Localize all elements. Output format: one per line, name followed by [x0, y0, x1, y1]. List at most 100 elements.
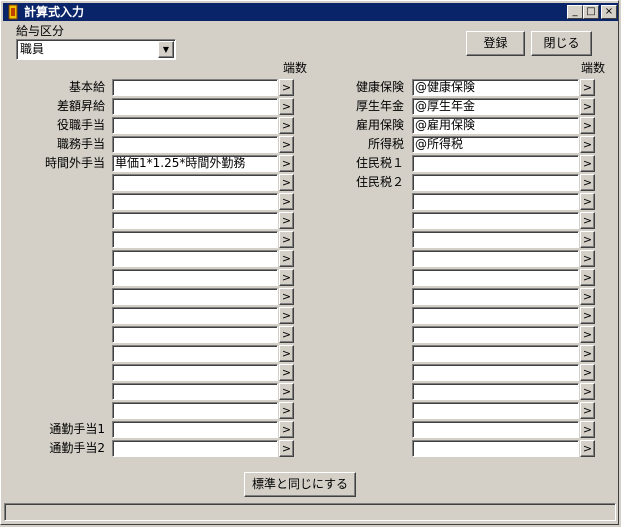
left-rounding-button[interactable]: > — [279, 155, 294, 172]
left-rounding-button[interactable]: > — [279, 440, 294, 457]
left-formula-field[interactable] — [112, 98, 278, 115]
right-formula-field[interactable] — [412, 345, 579, 362]
left-formula-field[interactable] — [112, 421, 278, 438]
right-rounding-button[interactable]: > — [580, 136, 595, 153]
right-formula-field[interactable] — [412, 307, 579, 324]
title-bar[interactable]: 計算式入力 _ □ × — [3, 3, 618, 21]
right-rounding-button[interactable]: > — [580, 345, 595, 362]
minimize-button[interactable]: _ — [567, 5, 583, 19]
left-formula-field[interactable] — [112, 440, 278, 457]
register-button[interactable]: 登録 — [466, 31, 525, 56]
right-rounding-button[interactable]: > — [580, 421, 595, 438]
right-row-label: 住民税１ — [355, 156, 404, 170]
left-row-label: 基本給 — [68, 80, 105, 94]
right-rounding-button[interactable]: > — [580, 98, 595, 115]
right-formula-field[interactable] — [412, 383, 579, 400]
left-rounding-button[interactable]: > — [279, 117, 294, 134]
right-formula-field[interactable] — [412, 155, 579, 172]
left-formula-field[interactable] — [112, 288, 278, 305]
window-title: 計算式入力 — [24, 5, 85, 19]
app-icon — [8, 4, 18, 20]
left-formula-field[interactable] — [112, 212, 278, 229]
formula-input-window: 計算式入力 _ □ × 給与区分 職員 ▼ 登録 閉じる 端数 端数 基本給 > 差… — [0, 0, 619, 525]
right-row-label: 雇用保険 — [355, 118, 404, 132]
right-formula-field[interactable] — [412, 326, 579, 343]
right-formula-field[interactable] — [412, 269, 579, 286]
left-formula-field[interactable] — [112, 79, 278, 96]
right-rounding-button[interactable]: > — [580, 364, 595, 381]
right-formula-field[interactable]: @雇用保険 — [412, 117, 579, 134]
salary-category-select[interactable]: 職員 ▼ — [16, 39, 176, 60]
left-formula-field[interactable] — [112, 174, 278, 191]
salary-category-label: 給与区分 — [16, 24, 65, 38]
left-rounding-button[interactable]: > — [279, 307, 294, 324]
left-rounding-button[interactable]: > — [279, 231, 294, 248]
left-rounding-button[interactable]: > — [279, 269, 294, 286]
left-rounding-button[interactable]: > — [279, 136, 294, 153]
left-rounding-button[interactable]: > — [279, 174, 294, 191]
right-formula-field[interactable] — [412, 440, 579, 457]
left-formula-field[interactable] — [112, 326, 278, 343]
left-formula-field[interactable] — [112, 136, 278, 153]
left-formula-field[interactable] — [112, 307, 278, 324]
left-rounding-button[interactable]: > — [279, 326, 294, 343]
right-rounding-button[interactable]: > — [580, 288, 595, 305]
left-rounding-button[interactable]: > — [279, 288, 294, 305]
close-window-button[interactable]: × — [601, 5, 617, 19]
right-formula-field[interactable]: @厚生年金 — [412, 98, 579, 115]
right-formula-field[interactable] — [412, 421, 579, 438]
same-as-standard-button[interactable]: 標準と同じにする — [244, 472, 356, 497]
left-formula-field[interactable] — [112, 117, 278, 134]
left-formula-field[interactable] — [112, 345, 278, 362]
right-formula-field[interactable] — [412, 212, 579, 229]
chevron-down-icon[interactable]: ▼ — [158, 41, 174, 58]
left-rounding-button[interactable]: > — [279, 421, 294, 438]
left-row-label: 通勤手当2 — [49, 441, 105, 455]
left-row-label: 役職手当 — [56, 118, 105, 132]
left-rounding-button[interactable]: > — [279, 79, 294, 96]
left-formula-field[interactable] — [112, 364, 278, 381]
right-rounding-button[interactable]: > — [580, 155, 595, 172]
left-rounding-button[interactable]: > — [279, 383, 294, 400]
right-formula-field[interactable] — [412, 193, 579, 210]
right-rounding-button[interactable]: > — [580, 231, 595, 248]
right-rounding-button[interactable]: > — [580, 250, 595, 267]
close-button[interactable]: 閉じる — [531, 31, 592, 56]
left-rounding-button[interactable]: > — [279, 250, 294, 267]
right-formula-field[interactable] — [412, 231, 579, 248]
left-formula-field[interactable]: 単価1*1.25*時間外勤務 — [112, 155, 278, 172]
left-rounding-button[interactable]: > — [279, 345, 294, 362]
left-rounding-button[interactable]: > — [279, 212, 294, 229]
right-rounding-button[interactable]: > — [580, 440, 595, 457]
left-formula-field[interactable] — [112, 402, 278, 419]
right-row-label: 健康保険 — [355, 80, 404, 94]
left-rounding-button[interactable]: > — [279, 193, 294, 210]
right-rounding-button[interactable]: > — [580, 117, 595, 134]
left-rounding-button[interactable]: > — [279, 402, 294, 419]
right-formula-field[interactable] — [412, 364, 579, 381]
maximize-button[interactable]: □ — [583, 5, 599, 19]
right-formula-field[interactable]: @健康保険 — [412, 79, 579, 96]
right-rounding-button[interactable]: > — [580, 79, 595, 96]
right-rounding-button[interactable]: > — [580, 307, 595, 324]
right-rounding-button[interactable]: > — [580, 326, 595, 343]
right-formula-field[interactable] — [412, 288, 579, 305]
right-formula-field[interactable] — [412, 174, 579, 191]
left-rounding-button[interactable]: > — [279, 98, 294, 115]
left-rounding-button[interactable]: > — [279, 364, 294, 381]
right-rounding-button[interactable]: > — [580, 193, 595, 210]
right-rounding-button[interactable]: > — [580, 212, 595, 229]
right-rounding-button[interactable]: > — [580, 269, 595, 286]
left-formula-field[interactable] — [112, 193, 278, 210]
left-formula-field[interactable] — [112, 231, 278, 248]
right-rounding-button[interactable]: > — [580, 402, 595, 419]
right-rounding-button[interactable]: > — [580, 383, 595, 400]
left-formula-field[interactable] — [112, 250, 278, 267]
right-formula-field[interactable] — [412, 250, 579, 267]
left-formula-field[interactable] — [112, 269, 278, 286]
right-rounding-button[interactable]: > — [580, 174, 595, 191]
left-formula-field[interactable] — [112, 383, 278, 400]
right-formula-field[interactable] — [412, 402, 579, 419]
right-formula-field[interactable]: @所得税 — [412, 136, 579, 153]
left-row-label: 時間外手当 — [44, 156, 105, 170]
